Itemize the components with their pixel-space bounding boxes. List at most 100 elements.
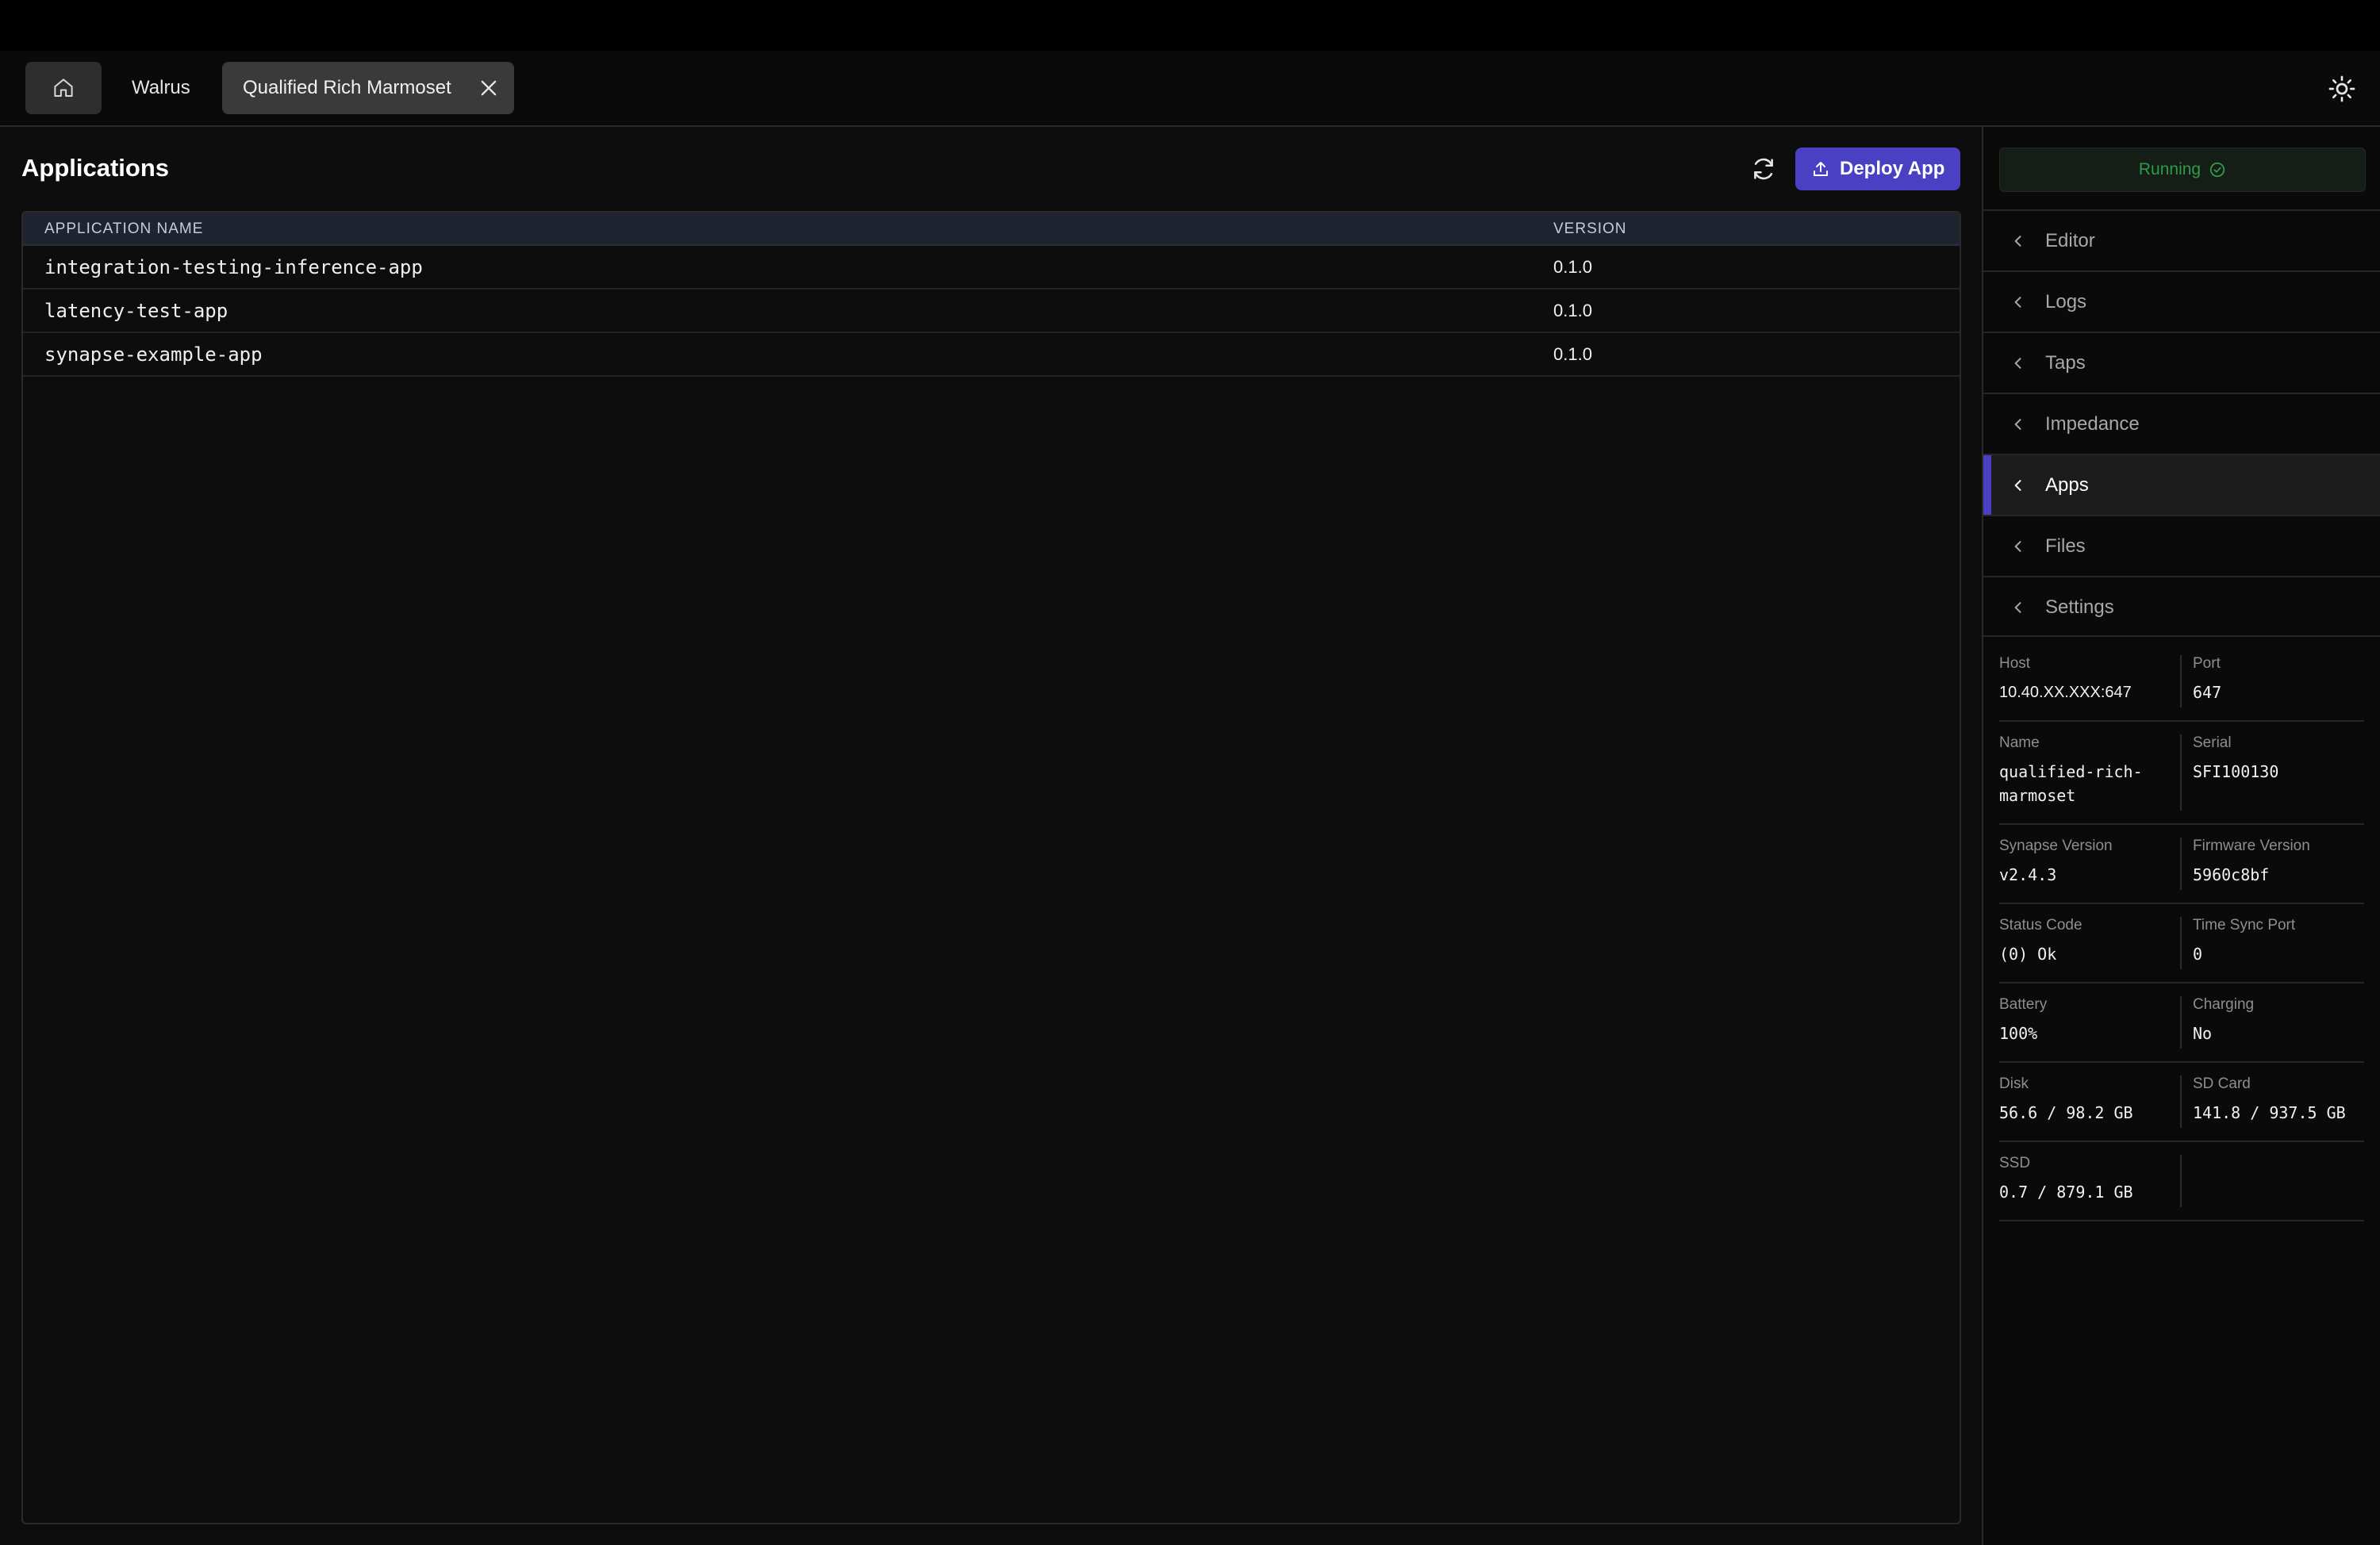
chevron-left-icon: [2014, 358, 2021, 369]
info-value: 141.8 / 937.5 GB: [2193, 1103, 2346, 1122]
column-header-application-name[interactable]: APPLICATION NAME: [44, 220, 203, 238]
info-name: Name qualified-rich-marmoset: [1999, 734, 2180, 807]
info-label: Synapse Version: [1999, 838, 2113, 854]
info-row: Disk 56.6 / 98.2 GB SD Card 141.8 / 937.…: [1999, 1063, 2364, 1142]
info-firmware-version: Firmware Version 5960c8bf: [2193, 838, 2364, 887]
refresh-icon[interactable]: [1750, 155, 1777, 182]
column-header-version[interactable]: VERSION: [1553, 220, 1627, 238]
chevron-left-icon: [2014, 297, 2021, 308]
home-button[interactable]: [25, 62, 102, 114]
info-row: Status Code (0) Ok Time Sync Port 0: [1999, 904, 2364, 983]
info-label: Charging: [2193, 996, 2255, 1013]
deploy-app-label: Deploy App: [1840, 158, 1945, 179]
info-time-sync-port: Time Sync Port 0: [2193, 917, 2364, 966]
applications-panel: Applications Deploy App APPLICATION NAME…: [0, 127, 1982, 1545]
chevron-left-icon: [2014, 541, 2021, 552]
tab-walrus[interactable]: Walrus: [119, 62, 203, 114]
info-divider: [2180, 655, 2182, 707]
info-value: SFI100130: [2193, 762, 2279, 781]
info-value: 5960c8bf: [2193, 865, 2270, 884]
chevron-left-icon: [2014, 236, 2021, 247]
sidebar-item-label: Logs: [2045, 291, 2087, 312]
app-name-cell: integration-testing-inference-app: [44, 256, 423, 278]
info-label: Port: [2193, 655, 2221, 672]
device-sidebar: Running Editor Logs Taps Impedance Apps: [1982, 127, 2380, 1545]
deploy-app-button[interactable]: Deploy App: [1795, 148, 1960, 190]
sidebar-item-impedance[interactable]: Impedance: [1983, 393, 2380, 454]
check-circle-icon: [2209, 162, 2225, 178]
sidebar-item-apps[interactable]: Apps: [1983, 454, 2380, 515]
info-label: Name: [1999, 734, 2040, 751]
chevron-left-icon: [2014, 602, 2021, 613]
table-row[interactable]: latency-test-app 0.1.0: [23, 289, 1960, 333]
status-label: Running: [2138, 160, 2202, 178]
info-ssd: SSD 0.7 / 879.1 GB: [1999, 1155, 2180, 1204]
info-divider: [2180, 996, 2182, 1049]
app-version-cell: 0.1.0: [1553, 257, 1592, 277]
window-top-strip: [0, 0, 2380, 51]
info-label: SD Card: [2193, 1075, 2251, 1092]
info-serial: Serial SFI100130: [2193, 734, 2364, 784]
info-divider: [2180, 1075, 2182, 1128]
sidebar-item-label: Impedance: [2045, 413, 2140, 435]
tab-label: Qualified Rich Marmoset: [243, 77, 451, 98]
app-version-cell: 0.1.0: [1553, 344, 1592, 364]
info-divider: [2180, 1155, 2182, 1207]
info-label: Host: [1999, 655, 2031, 672]
info-row: Battery 100% Charging No: [1999, 983, 2364, 1063]
sidebar-item-files[interactable]: Files: [1983, 515, 2380, 576]
sidebar-item-label: Editor: [2045, 230, 2095, 251]
sidebar-item-settings[interactable]: Settings: [1983, 576, 2380, 637]
info-value: qualified-rich-marmoset: [1999, 762, 2143, 805]
status-badge: Running: [1999, 148, 2366, 192]
info-synapse-version: Synapse Version v2.4.3: [1999, 838, 2180, 887]
sidebar-item-logs[interactable]: Logs: [1983, 270, 2380, 332]
info-label: Time Sync Port: [2193, 917, 2296, 934]
page-title: Applications: [21, 154, 170, 182]
info-value: (0) Ok: [1999, 945, 2057, 964]
info-battery: Battery 100%: [1999, 996, 2180, 1045]
table-row[interactable]: synapse-example-app 0.1.0: [23, 333, 1960, 377]
sidebar-item-label: Taps: [2045, 352, 2086, 374]
info-sd-card: SD Card 141.8 / 937.5 GB: [2193, 1075, 2364, 1125]
sidebar-item-taps[interactable]: Taps: [1983, 332, 2380, 393]
info-value: No: [2193, 1024, 2213, 1043]
theme-toggle-sun-icon[interactable]: [2328, 75, 2356, 103]
sidebar-item-label: Settings: [2045, 596, 2114, 618]
info-row: Name qualified-rich-marmoset Serial SFI1…: [1999, 722, 2364, 825]
home-icon: [54, 79, 73, 97]
info-disk: Disk 56.6 / 98.2 GB: [1999, 1075, 2180, 1125]
table-row[interactable]: integration-testing-inference-app 0.1.0: [23, 246, 1960, 289]
tab-qualified-rich-marmoset[interactable]: Qualified Rich Marmoset: [222, 62, 514, 114]
info-row: Synapse Version v2.4.3 Firmware Version …: [1999, 825, 2364, 904]
info-value: 0: [2193, 945, 2203, 964]
info-label: Status Code: [1999, 917, 2082, 934]
chevron-left-icon: [2014, 480, 2021, 491]
info-divider: [2180, 734, 2182, 811]
app-version-cell: 0.1.0: [1553, 301, 1592, 320]
chevron-left-icon: [2014, 419, 2021, 430]
info-status-code: Status Code (0) Ok: [1999, 917, 2180, 966]
info-port: Port 647: [2193, 655, 2364, 704]
info-value: 0.7 / 879.1 GB: [1999, 1183, 2133, 1202]
info-value: 100%: [1999, 1024, 2038, 1043]
info-label: Battery: [1999, 996, 2048, 1013]
info-divider: [2180, 917, 2182, 969]
applications-table: APPLICATION NAME VERSION integration-tes…: [21, 211, 1961, 1524]
info-value: 10.40.XX.XXX:647: [1999, 684, 2132, 701]
upload-icon: [1814, 162, 1828, 176]
app-name-cell: synapse-example-app: [44, 343, 263, 366]
close-icon[interactable]: [478, 77, 500, 99]
sidebar-item-label: Apps: [2045, 474, 2089, 496]
info-value: 56.6 / 98.2 GB: [1999, 1103, 2133, 1122]
tab-bar: Walrus Qualified Rich Marmoset: [0, 51, 2380, 127]
info-divider: [2180, 838, 2182, 890]
info-label: Disk: [1999, 1075, 2029, 1092]
info-value: v2.4.3: [1999, 865, 2057, 884]
info-label: Firmware Version: [2193, 838, 2310, 854]
device-info-grid: Host 10.40.XX.XXX:647 Port 647 Name qual…: [1999, 642, 2364, 1221]
sidebar-item-editor[interactable]: Editor: [1983, 209, 2380, 270]
info-row: SSD 0.7 / 879.1 GB: [1999, 1142, 2364, 1221]
info-label: Serial: [2193, 734, 2232, 751]
info-value: 647: [2193, 683, 2222, 702]
